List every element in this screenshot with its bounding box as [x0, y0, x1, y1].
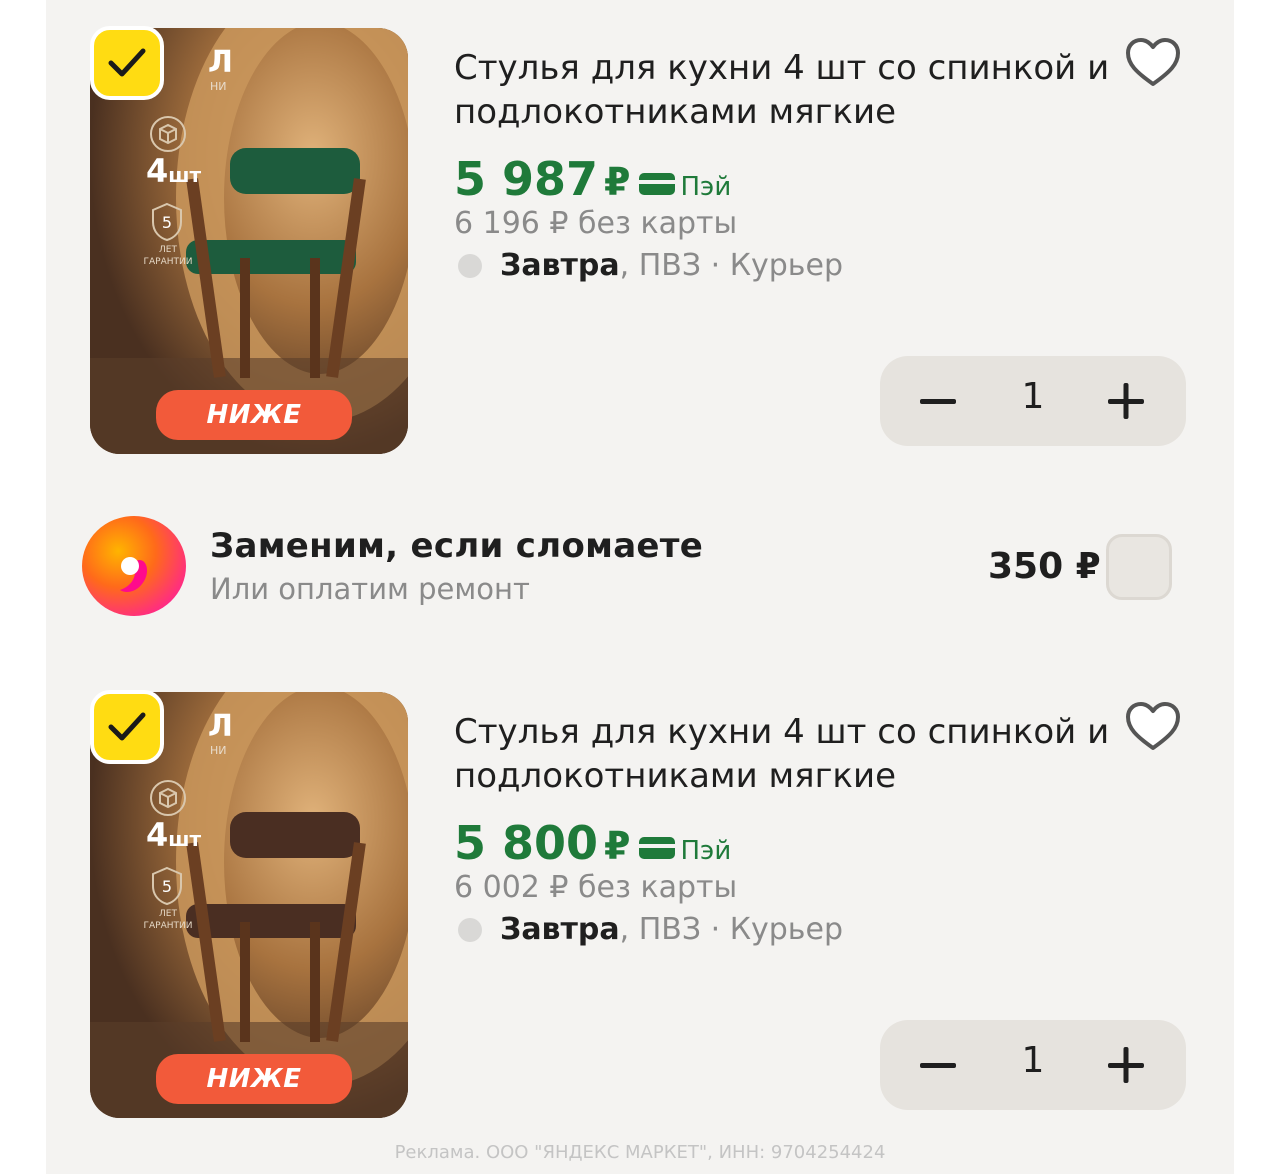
- minus-icon[interactable]: [900, 371, 980, 431]
- image-cut-text: Л: [208, 45, 233, 80]
- warranty-label: ЛЕТ ГАРАНТИИ: [143, 245, 193, 267]
- heart-icon[interactable]: [1124, 700, 1182, 754]
- price-currency: ₽: [604, 160, 631, 204]
- image-cut-text: Л: [208, 709, 233, 744]
- warranty-label: ЛЕТ ГАРАНТИИ: [143, 909, 193, 931]
- price-value: 5 800: [454, 816, 599, 870]
- cart-panel: Л НИ 4шт 5 ЛЕТ ГАРАНТИИ НИЖЕ РЫНКА Стуль…: [46, 0, 1234, 1174]
- quantity-value: 1: [1021, 376, 1045, 417]
- plus-icon[interactable]: [1088, 1035, 1168, 1095]
- box-icon: [150, 780, 186, 816]
- image-cut-text2: НИ: [210, 744, 227, 757]
- delivery-methods: , ПВЗ · Курьер: [619, 912, 843, 947]
- yandex-care-logo-icon: [82, 516, 186, 616]
- service-price: 350 ₽: [988, 546, 1101, 587]
- minus-icon[interactable]: [900, 1035, 980, 1095]
- delivery-dot-icon: [458, 917, 482, 942]
- promo-badge: НИЖЕ РЫНКА: [156, 390, 352, 454]
- pay-label: Пэй: [680, 836, 732, 866]
- service-subtitle: Или оплатим ремонт: [210, 572, 530, 606]
- plus-icon[interactable]: [1088, 371, 1168, 431]
- warranty-shield-icon: 5: [152, 202, 182, 242]
- delivery-info: Завтра , ПВЗ · Курьер: [458, 912, 843, 947]
- cart-item: Л НИ 4шт 5 ЛЕТ ГАРАНТИИ НИЖЕ РЫНКА Стуль…: [46, 684, 1234, 1154]
- svg-text:5: 5: [162, 213, 172, 232]
- image-quantity: 4шт: [146, 816, 202, 854]
- service-offer-row: Заменим, если сломаете Или оплатим ремон…: [46, 500, 1234, 630]
- card-icon: [638, 837, 675, 859]
- delivery-date: Завтра: [500, 912, 620, 947]
- price-value: 5 987: [454, 152, 599, 206]
- product-title[interactable]: Стулья для кухни 4 шт со спинкой и подло…: [454, 710, 1114, 798]
- price-without-card: 6 002 ₽ без карты: [454, 870, 738, 905]
- quantity-stepper: 1: [880, 1020, 1186, 1110]
- box-icon: [150, 116, 186, 152]
- cart-item: Л НИ 4шт 5 ЛЕТ ГАРАНТИИ НИЖЕ РЫНКА Стуль…: [46, 20, 1234, 490]
- image-quantity: 4шт: [146, 152, 202, 190]
- delivery-dot-icon: [458, 253, 482, 278]
- select-item-checkbox[interactable]: [90, 690, 164, 764]
- product-title[interactable]: Стулья для кухни 4 шт со спинкой и подло…: [454, 46, 1114, 134]
- check-icon: [108, 48, 146, 77]
- heart-icon[interactable]: [1124, 36, 1182, 90]
- service-checkbox[interactable]: [1106, 534, 1172, 600]
- quantity-stepper: 1: [880, 356, 1186, 446]
- price-currency: ₽: [604, 824, 631, 868]
- ad-disclaimer: Реклама. ООО "ЯНДЕКС МАРКЕТ", ИНН: 97042…: [394, 1142, 886, 1163]
- quantity-value: 1: [1021, 1040, 1045, 1081]
- delivery-methods: , ПВЗ · Курьер: [619, 248, 843, 283]
- promo-badge: НИЖЕ РЫНКА: [156, 1054, 352, 1118]
- check-icon: [108, 712, 146, 741]
- delivery-info: Завтра , ПВЗ · Курьер: [458, 248, 843, 283]
- svg-text:5: 5: [162, 877, 172, 896]
- card-icon: [638, 173, 675, 195]
- product-price: 5 987 ₽ Пэй: [454, 152, 731, 206]
- image-cut-text2: НИ: [210, 80, 227, 93]
- service-title: Заменим, если сломаете: [210, 526, 704, 566]
- product-price: 5 800 ₽ Пэй: [454, 816, 731, 870]
- select-item-checkbox[interactable]: [90, 26, 164, 100]
- delivery-date: Завтра: [500, 248, 620, 283]
- price-without-card: 6 196 ₽ без карты: [454, 206, 738, 241]
- warranty-shield-icon: 5: [152, 866, 182, 906]
- pay-label: Пэй: [680, 172, 732, 202]
